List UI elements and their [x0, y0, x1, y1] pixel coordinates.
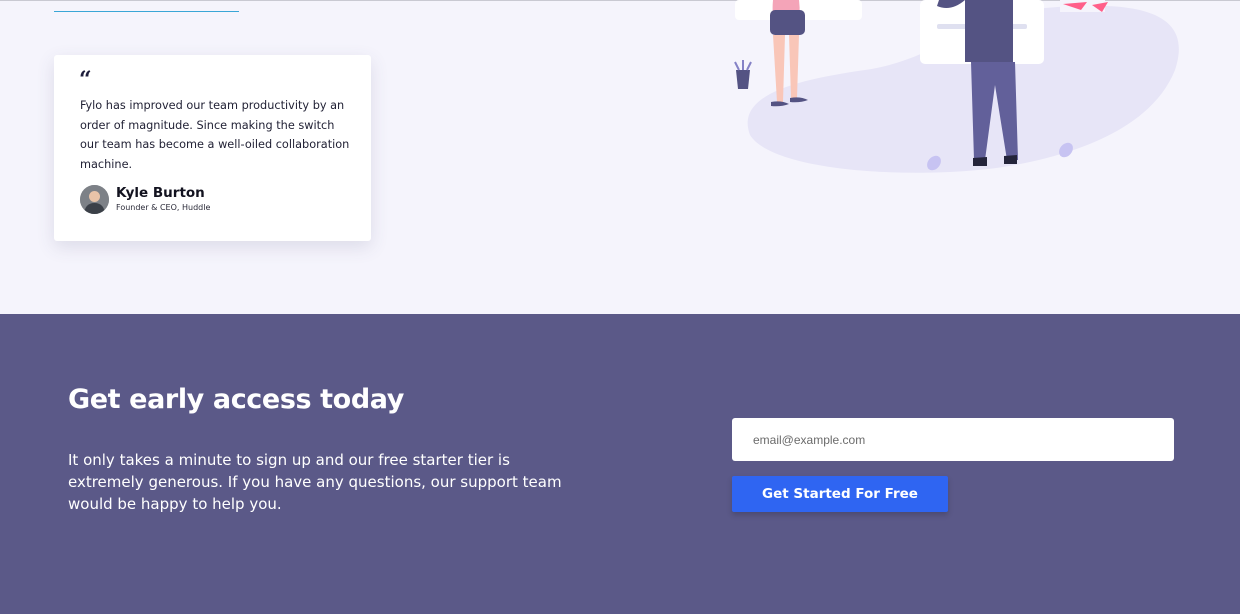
team-illustration: [734, 0, 1179, 173]
avatar: [80, 185, 109, 214]
testimonial-card: “ Fylo has improved our team productivit…: [54, 55, 371, 241]
author-role: Founder & CEO, Huddle: [116, 203, 211, 212]
testimonial-text: Fylo has improved our team productivity …: [80, 99, 350, 171]
cta-title: Get early access today: [68, 384, 404, 415]
author-name: Kyle Burton: [116, 185, 205, 201]
email-input[interactable]: [732, 418, 1174, 461]
cta-description: It only takes a minute to sign up and ou…: [68, 451, 562, 513]
see-how-fylo-works-link-underline[interactable]: [54, 11, 239, 12]
early-access-section: Get early access today It only takes a m…: [0, 314, 1240, 614]
quote-icon: “: [79, 67, 92, 93]
get-started-button[interactable]: Get Started For Free: [732, 476, 948, 512]
